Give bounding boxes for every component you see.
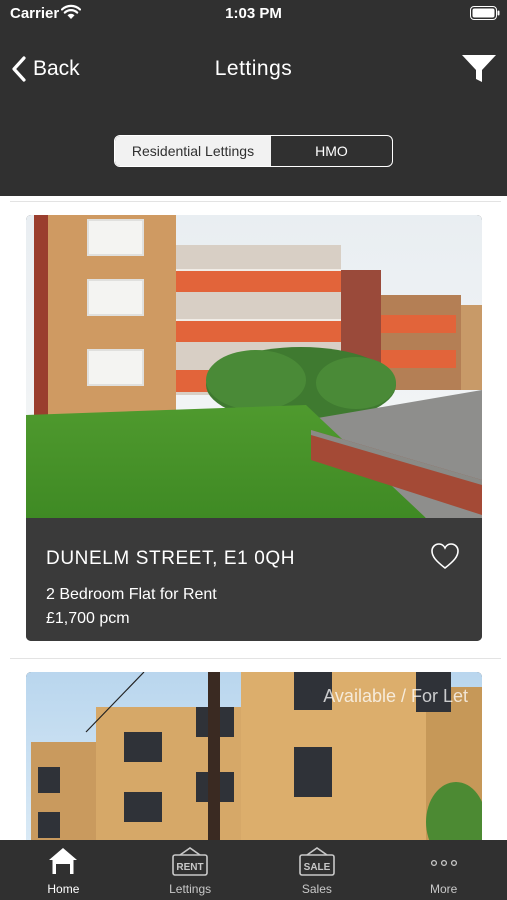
listing-description: 2 Bedroom Flat for Rent [46,586,217,603]
sale-sign-icon: SALE [299,847,335,876]
tab-sales[interactable]: SALE Sales [254,840,381,900]
listing-status-overlay: Available / For Let [323,686,468,706]
tab-more[interactable]: More [380,840,507,900]
tab-more-label: More [429,882,458,896]
listings-list[interactable]: DUNELM STREET, E1 0QH 2 Bedroom Flat for… [0,196,507,840]
sale-sign-text: SALE [304,862,331,873]
list-separator [10,658,501,659]
tab-lettings[interactable]: RENT Lettings [127,840,254,900]
tab-bar: Home RENT Lettings SALE Sales More [0,840,507,900]
page-title: Lettings [214,57,293,80]
header: Carrier 1:03 PM Back Lettings Residentia… [0,0,507,196]
listing-card[interactable]: Available / For Let [26,672,482,840]
filter-icon[interactable] [461,53,497,85]
segment-hmo[interactable]: HMO [271,136,392,166]
rent-sign-icon: RENT [172,847,208,876]
status-bar: Carrier 1:03 PM [0,0,507,30]
tab-lettings-label: Lettings [169,882,212,896]
status-time: 1:03 PM [225,5,282,22]
tab-home-label: Home [47,882,80,896]
rent-sign-text: RENT [177,862,204,873]
battery-icon [470,6,500,20]
listing-price: £1,700 pcm [46,610,130,627]
home-icon [49,848,78,874]
more-dots-icon [430,859,457,867]
heart-icon[interactable] [430,542,460,570]
tab-sales-label: Sales [301,882,332,896]
list-separator [10,201,501,202]
segment-residential-lettings[interactable]: Residential Lettings [115,136,271,166]
listing-card[interactable]: DUNELM STREET, E1 0QH 2 Bedroom Flat for… [26,215,482,641]
lettings-screen: Carrier 1:03 PM Back Lettings Residentia… [0,0,507,900]
listing-address: DUNELM STREET, E1 0QH [46,548,296,569]
segment-control: Residential Lettings HMO [114,135,393,167]
listing-info: DUNELM STREET, E1 0QH 2 Bedroom Flat for… [26,518,482,641]
property-photo [26,215,482,518]
tab-home[interactable]: Home [0,840,127,900]
